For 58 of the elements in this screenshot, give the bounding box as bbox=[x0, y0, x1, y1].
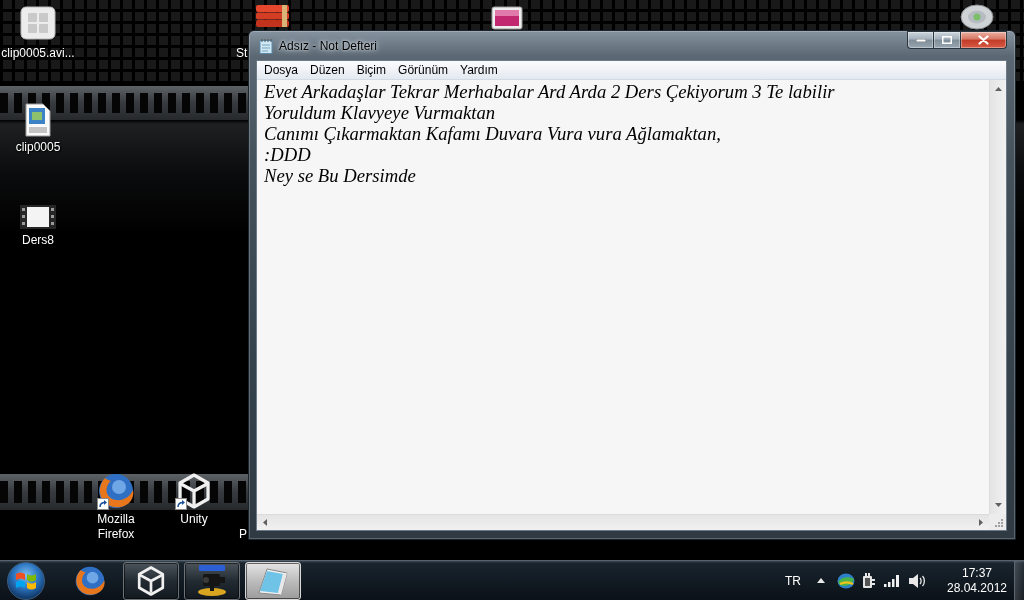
clock-time[interactable]: 17:37 bbox=[962, 565, 992, 581]
disc-icon[interactable] bbox=[960, 4, 994, 30]
stacked-books-icon[interactable] bbox=[255, 4, 291, 28]
fox-globe-icon[interactable] bbox=[97, 472, 135, 510]
triangle-up-icon[interactable] bbox=[817, 578, 825, 583]
notepad-icon bbox=[256, 565, 290, 596]
camera-icon bbox=[195, 564, 229, 597]
taskbar-button[interactable] bbox=[184, 561, 240, 600]
picture-frame-icon[interactable] bbox=[490, 6, 524, 30]
text-line: Canımı Çıkarmaktan Kafamı Duvara Vura vura Ağlamaktan, bbox=[264, 123, 721, 144]
menu-item[interactable]: Görünüm bbox=[392, 61, 455, 79]
icon-label[interactable]: P bbox=[239, 527, 247, 542]
menu-item[interactable]: Yardım bbox=[454, 61, 504, 79]
language-indicator[interactable]: TR bbox=[785, 571, 801, 590]
close-icon bbox=[978, 35, 989, 45]
icon-label[interactable]: Mozilla Firefox bbox=[79, 512, 153, 542]
text-area[interactable]: Evet Arkadaşlar Tekrar Merhabalar Ard Arda 2 Ders Çekiyorum 3 Te labilir Yoruldum Klavyeye Vurmaktan Canımı Çıkarmaktan Kafamı Duvara Vura vura Ağlamaktan, :DDD Ney se Bu Dersimde bbox=[257, 80, 989, 514]
flag-icon bbox=[15, 570, 37, 591]
scroll-up-icon[interactable] bbox=[994, 87, 1002, 91]
size-grip-icon[interactable] bbox=[989, 514, 1006, 530]
clock-date[interactable]: 28.04.2012 bbox=[946, 580, 1008, 596]
maximize-icon bbox=[942, 36, 952, 44]
taskbar-button[interactable] bbox=[123, 561, 179, 600]
signal-bars-icon[interactable] bbox=[884, 574, 900, 587]
text-line: Yoruldum Klavyeye Vurmaktan bbox=[264, 102, 496, 123]
cube-icon bbox=[135, 564, 167, 597]
scroll-left-icon[interactable] bbox=[263, 519, 267, 526]
notepad-icon bbox=[259, 37, 273, 54]
icon-label[interactable]: clip0005.avi... bbox=[1, 46, 75, 61]
globe-icon[interactable] bbox=[837, 572, 855, 589]
tile-icon[interactable] bbox=[20, 6, 56, 40]
icon-label[interactable]: St bbox=[236, 46, 248, 61]
film-frame-icon[interactable] bbox=[20, 205, 56, 229]
text-line: Evet Arkadaşlar Tekrar Merhabalar Ard Arda 2 Ders Çekiyorum 3 Te labilir bbox=[264, 81, 835, 102]
vertical-scrollbar[interactable] bbox=[989, 80, 1006, 514]
close-button[interactable] bbox=[961, 31, 1007, 49]
icon-label[interactable]: Ders8 bbox=[22, 233, 54, 248]
scroll-right-icon[interactable] bbox=[979, 519, 983, 526]
minimize-button[interactable] bbox=[907, 31, 933, 49]
menu-item[interactable]: Biçim bbox=[350, 61, 393, 79]
maximize-button[interactable] bbox=[933, 31, 961, 49]
cube-icon[interactable] bbox=[175, 472, 213, 510]
minimize-icon bbox=[915, 38, 926, 42]
scroll-down-icon[interactable] bbox=[994, 503, 1002, 507]
window-title: Adsız - Not Defteri bbox=[279, 37, 378, 55]
power-plug-icon[interactable] bbox=[861, 572, 875, 589]
text-line: Ney se Bu Dersimde bbox=[264, 165, 416, 186]
text-line: :DDD bbox=[264, 144, 311, 165]
menu-item[interactable]: Dosya bbox=[258, 61, 304, 79]
show-desktop-button[interactable] bbox=[1014, 561, 1024, 600]
menu-item[interactable]: Düzen bbox=[304, 61, 351, 79]
horizontal-scrollbar[interactable] bbox=[257, 514, 989, 530]
icon-label[interactable]: Unity bbox=[180, 512, 208, 527]
speaker-icon[interactable] bbox=[908, 572, 926, 589]
fox-globe-icon bbox=[74, 564, 106, 597]
video-file-icon[interactable] bbox=[25, 103, 51, 137]
start-button[interactable] bbox=[7, 561, 45, 600]
icon-label[interactable]: clip0005 bbox=[15, 140, 61, 155]
